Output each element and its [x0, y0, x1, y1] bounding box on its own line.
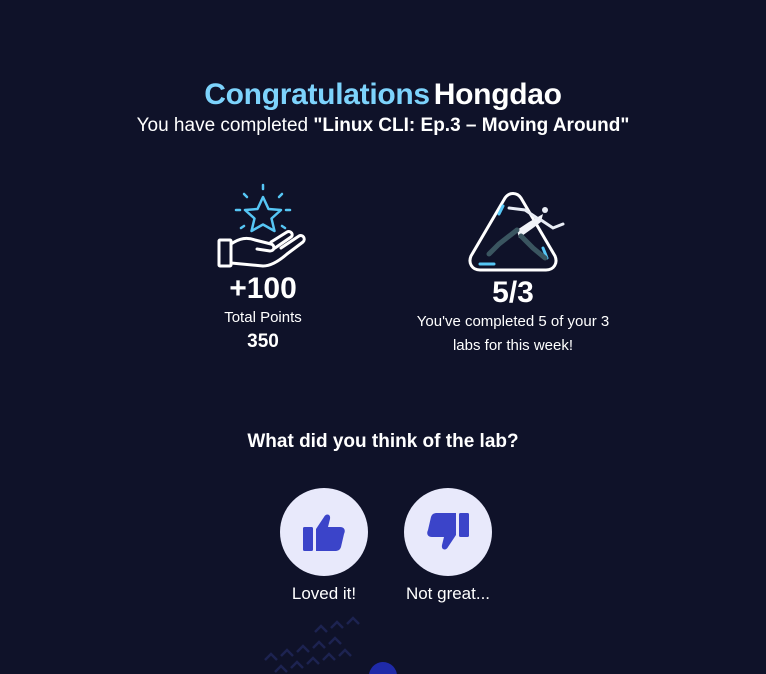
runner-triangle-icon: [468, 192, 565, 272]
loved-it-button[interactable]: Loved it!: [259, 488, 389, 606]
total-points-label: Total Points: [224, 309, 302, 326]
weekly-text-line2: labs for this week!: [452, 337, 574, 354]
not-great-button[interactable]: Not great...: [383, 488, 513, 606]
decorative-background-shapes: [264, 616, 397, 674]
points-gained: +100: [229, 272, 297, 305]
thumbs-down-icon: [427, 513, 469, 550]
points-stat: +100 Total Points 350: [183, 182, 343, 354]
completion-page: Congratulations Hongdao You have complete…: [0, 0, 766, 674]
completion-header: Congratulations Hongdao You have complete…: [0, 78, 766, 138]
feedback-question: What did you think of the lab?: [247, 431, 519, 452]
not-great-label: Not great...: [405, 584, 491, 603]
completed-lab-line: You have completed "Linux CLI: Ep.3 – Mo…: [0, 114, 766, 138]
total-points-value: 350: [247, 331, 279, 352]
thumbs-down-circle[interactable]: [404, 488, 492, 576]
thumbs-up-icon: [303, 514, 345, 551]
weekly-ratio: 5/3: [492, 276, 534, 309]
weekly-text-line1: You've completed 5 of your 3: [416, 313, 610, 330]
completed-prefix: You have completed: [136, 115, 309, 136]
page-title: Congratulations Hongdao: [0, 78, 766, 112]
congrats-text: Congratulations: [204, 78, 430, 111]
username-text: Hongdao: [433, 78, 562, 111]
weekly-goal-stat: 5/3 You've completed 5 of your 3 labs fo…: [383, 188, 643, 358]
loved-it-label: Loved it!: [291, 584, 357, 603]
lab-title: "Linux CLI: Ep.3 – Moving Around": [313, 115, 630, 136]
star-hand-icon: [217, 183, 306, 268]
thumbs-up-circle[interactable]: [280, 488, 368, 576]
